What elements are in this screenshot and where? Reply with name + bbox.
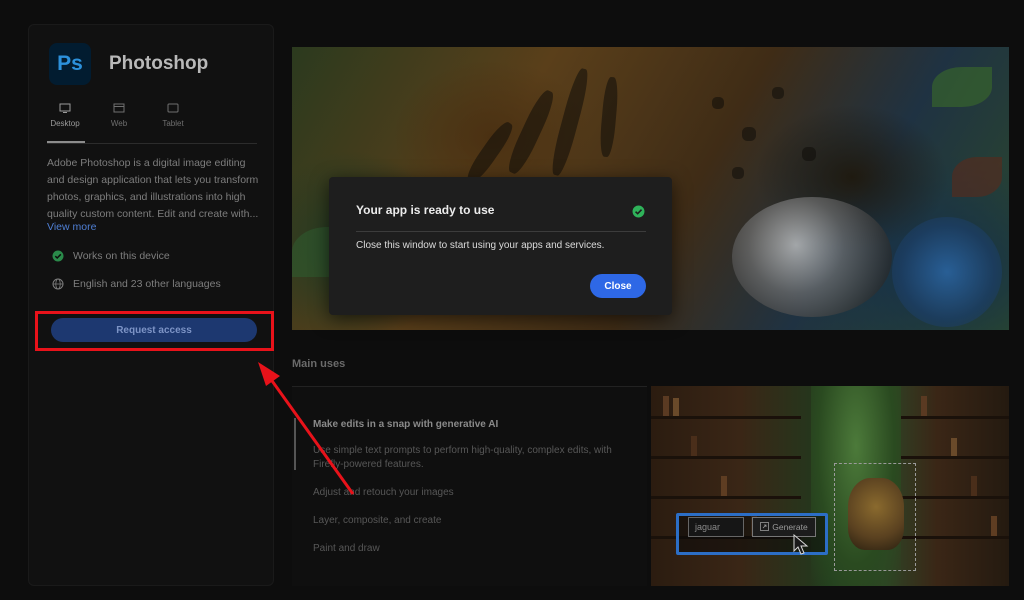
annotation-arrow-icon <box>258 362 355 495</box>
